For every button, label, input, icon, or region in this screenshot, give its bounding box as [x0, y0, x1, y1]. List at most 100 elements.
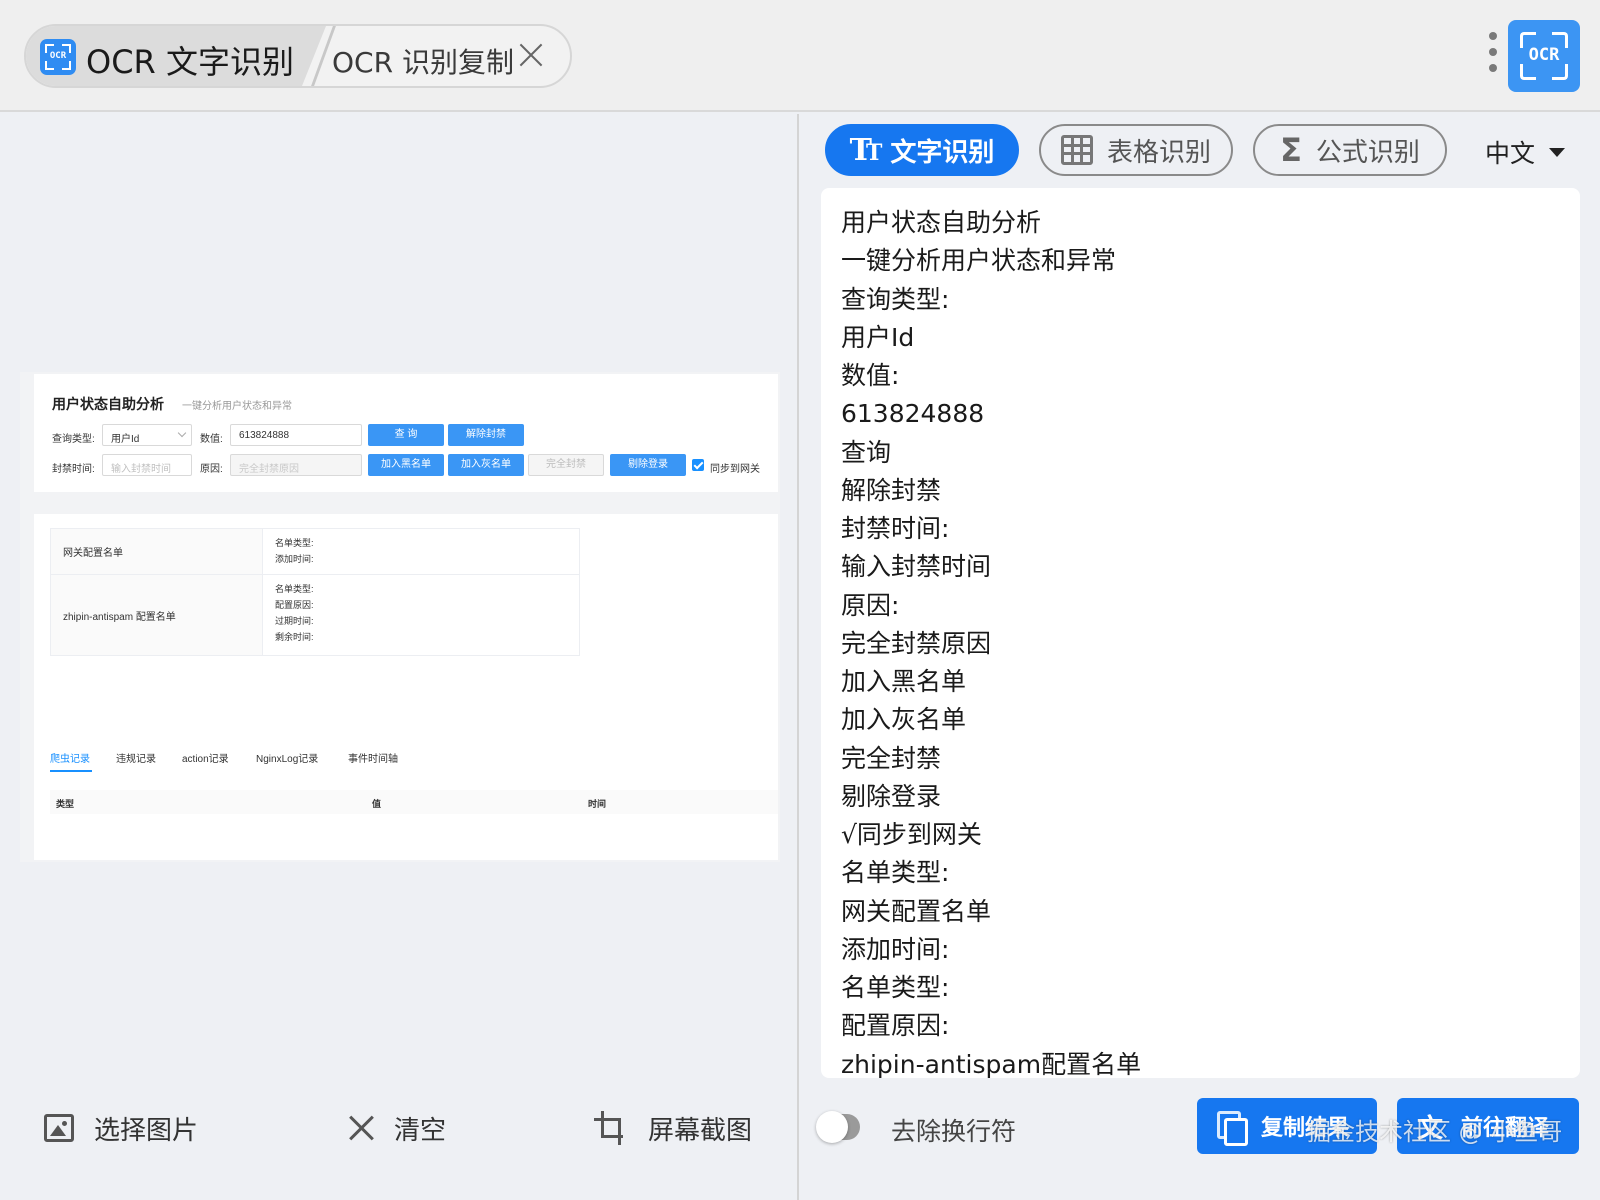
app-logo-icon[interactable]: OCR [1508, 20, 1580, 92]
table-row: zhipin-antispam 配置名单 名单类型: 配置原因: 过期时间: 剩… [51, 575, 579, 655]
result-line: 查询类型: [841, 284, 950, 314]
preview-unban-button: 解除封禁 [448, 424, 524, 446]
tab-ocr-text-label[interactable]: OCR 文字识别 [86, 37, 294, 83]
result-line: √同步到网关 [841, 820, 982, 849]
remove-linebreaks-label: 去除换行符 [891, 1117, 1017, 1146]
copy-result-button[interactable]: 复制结果 [1197, 1098, 1377, 1154]
preview-list-table: 网关配置名单 名单类型: 添加时间: zhipin-antispam 配置名单 … [50, 528, 580, 656]
more-menu-icon[interactable] [1488, 32, 1498, 76]
chevron-down-icon [1549, 147, 1566, 157]
title-bar: OCR OCR 文字识别 OCR 识别复制 OCR [0, 0, 1600, 112]
preview-value-input: 613824888 [230, 424, 362, 446]
table-grid-icon [1060, 135, 1093, 165]
preview-column-header: 时间 [588, 799, 607, 809]
image-icon [44, 1114, 74, 1142]
result-line: 输入封禁时间 [841, 552, 992, 582]
preview-row-name: zhipin-antispam 配置名单 [51, 575, 263, 655]
result-line: 613824888 [841, 399, 985, 429]
tab-group: OCR OCR 文字识别 OCR 识别复制 [24, 24, 572, 88]
preview-ban-time-input: 输入封禁时间 [102, 454, 192, 476]
clear-icon [348, 1115, 374, 1141]
preview-tab: 事件时间轴 [348, 754, 398, 765]
result-line: 完全封禁原因 [841, 628, 992, 658]
result-line: 一键分析用户状态和异常 [841, 246, 1117, 276]
result-pane: TT 文字识别 表格识别 Σ 公式识别 中文 用户状态自助分析一键分析用户状态和… [799, 114, 1600, 1200]
preview-form-card: 用户状态自助分析 一键分析用户状态和异常 查询类型: 用户Id 数值: 6138… [34, 374, 778, 492]
preview-reason-label: 原因: [200, 464, 223, 475]
translate-icon: 文 [1417, 1113, 1444, 1144]
text-recognition-label: 文字识别 [890, 137, 995, 168]
preview-tab: 爬虫记录 [50, 754, 90, 765]
copy-icon [1217, 1111, 1248, 1146]
result-line: 加入黑名单 [841, 667, 967, 696]
copy-result-label: 复制结果 [1261, 1116, 1350, 1141]
preview-graylist-button: 加入灰名单 [448, 454, 524, 476]
text-format-icon: TT [849, 132, 883, 168]
result-line: 配置原因: [841, 1011, 950, 1041]
result-line: 查询 [841, 437, 892, 467]
preview-query-button: 查 询 [368, 424, 444, 446]
result-line: 剔除登录 [841, 781, 942, 811]
crop-icon [594, 1111, 628, 1145]
preview-field: 配置原因: [275, 600, 314, 610]
result-line: 名单类型: [841, 973, 950, 1002]
result-line: 加入灰名单 [841, 705, 967, 735]
remove-linebreaks-toggle[interactable] [816, 1111, 860, 1143]
preview-field: 名单类型: [275, 584, 314, 594]
formula-recognition-button[interactable]: Σ 公式识别 [1253, 124, 1447, 176]
preview-kick-button: 剔除登录 [610, 454, 686, 476]
result-line: 用户Id [841, 322, 915, 352]
preview-query-type-label: 查询类型: [52, 434, 95, 445]
clear-button[interactable]: 清空 [348, 1108, 446, 1148]
result-line: 网关配置名单 [841, 896, 992, 926]
result-line: 原因: [841, 590, 900, 620]
tab-ocr-copy-label[interactable]: OCR 识别复制 [332, 41, 514, 81]
result-line: 完全封禁 [841, 743, 942, 773]
translate-button[interactable]: 文 前往翻译 [1397, 1098, 1579, 1154]
close-icon[interactable] [516, 40, 546, 70]
preview-tab: 违规记录 [116, 754, 156, 765]
table-recognition-button[interactable]: 表格识别 [1039, 124, 1233, 176]
select-image-button[interactable]: 选择图片 [44, 1108, 198, 1148]
preview-field: 添加时间: [275, 554, 314, 564]
clear-label: 清空 [394, 1115, 447, 1146]
preview-blacklist-button: 加入黑名单 [368, 454, 444, 476]
preview-field: 名单类型: [275, 538, 314, 548]
result-line: 封禁时间: [841, 514, 950, 543]
preview-title: 用户状态自助分析 [52, 396, 164, 412]
preview-result-card: 网关配置名单 名单类型: 添加时间: zhipin-antispam 配置名单 … [34, 514, 778, 860]
result-line: 用户状态自助分析 [841, 208, 1042, 237]
select-image-label: 选择图片 [94, 1115, 199, 1146]
preview-tab: NginxLog记录 [256, 754, 319, 765]
preview-table-header: 类型 值 时间 [50, 790, 778, 814]
table-recognition-label: 表格识别 [1106, 137, 1211, 168]
preview-query-type-select: 用户Id [102, 424, 192, 446]
result-line: 解除封禁 [841, 475, 942, 505]
preview-subtitle: 一键分析用户状态和异常 [182, 401, 292, 412]
preview-value-label: 数值: [200, 434, 223, 445]
preview-ban-time-label: 封禁时间: [52, 464, 95, 475]
preview-sync-checkbox [692, 459, 704, 471]
result-line: 数值: [841, 361, 900, 390]
preview-field: 剩余时间: [275, 632, 314, 642]
formula-recognition-label: 公式识别 [1315, 137, 1420, 168]
text-recognition-button[interactable]: TT 文字识别 [825, 124, 1019, 176]
preview-row-name: 网关配置名单 [51, 529, 263, 574]
language-select[interactable]: 中文 [1485, 134, 1566, 170]
preview-column-header: 值 [372, 799, 382, 809]
result-line: zhipin-antispam配置名单 [841, 1049, 1142, 1079]
preview-tab: action记录 [182, 754, 229, 765]
preview-fullban-button: 完全封禁 [528, 454, 604, 476]
result-line: 添加时间: [841, 934, 950, 964]
table-row: 网关配置名单 名单类型: 添加时间: [51, 529, 579, 575]
screenshot-button[interactable]: 屏幕截图 [594, 1108, 752, 1148]
language-value: 中文 [1485, 139, 1536, 168]
result-line: 名单类型: [841, 858, 950, 888]
preview-tab-indicator [50, 770, 92, 772]
preview-sync-label: 同步到网关 [710, 464, 760, 475]
ocr-icon: OCR [40, 39, 76, 75]
image-preview-pane: 用户状态自助分析 一键分析用户状态和异常 查询类型: 用户Id 数值: 6138… [0, 114, 797, 1200]
preview-reason-input: 完全封禁原因 [230, 454, 362, 476]
ocr-result-text[interactable]: 用户状态自助分析一键分析用户状态和异常 查询类型: 用户Id 数值: 613824888… [821, 188, 1580, 1078]
preview-field: 过期时间: [275, 616, 314, 626]
